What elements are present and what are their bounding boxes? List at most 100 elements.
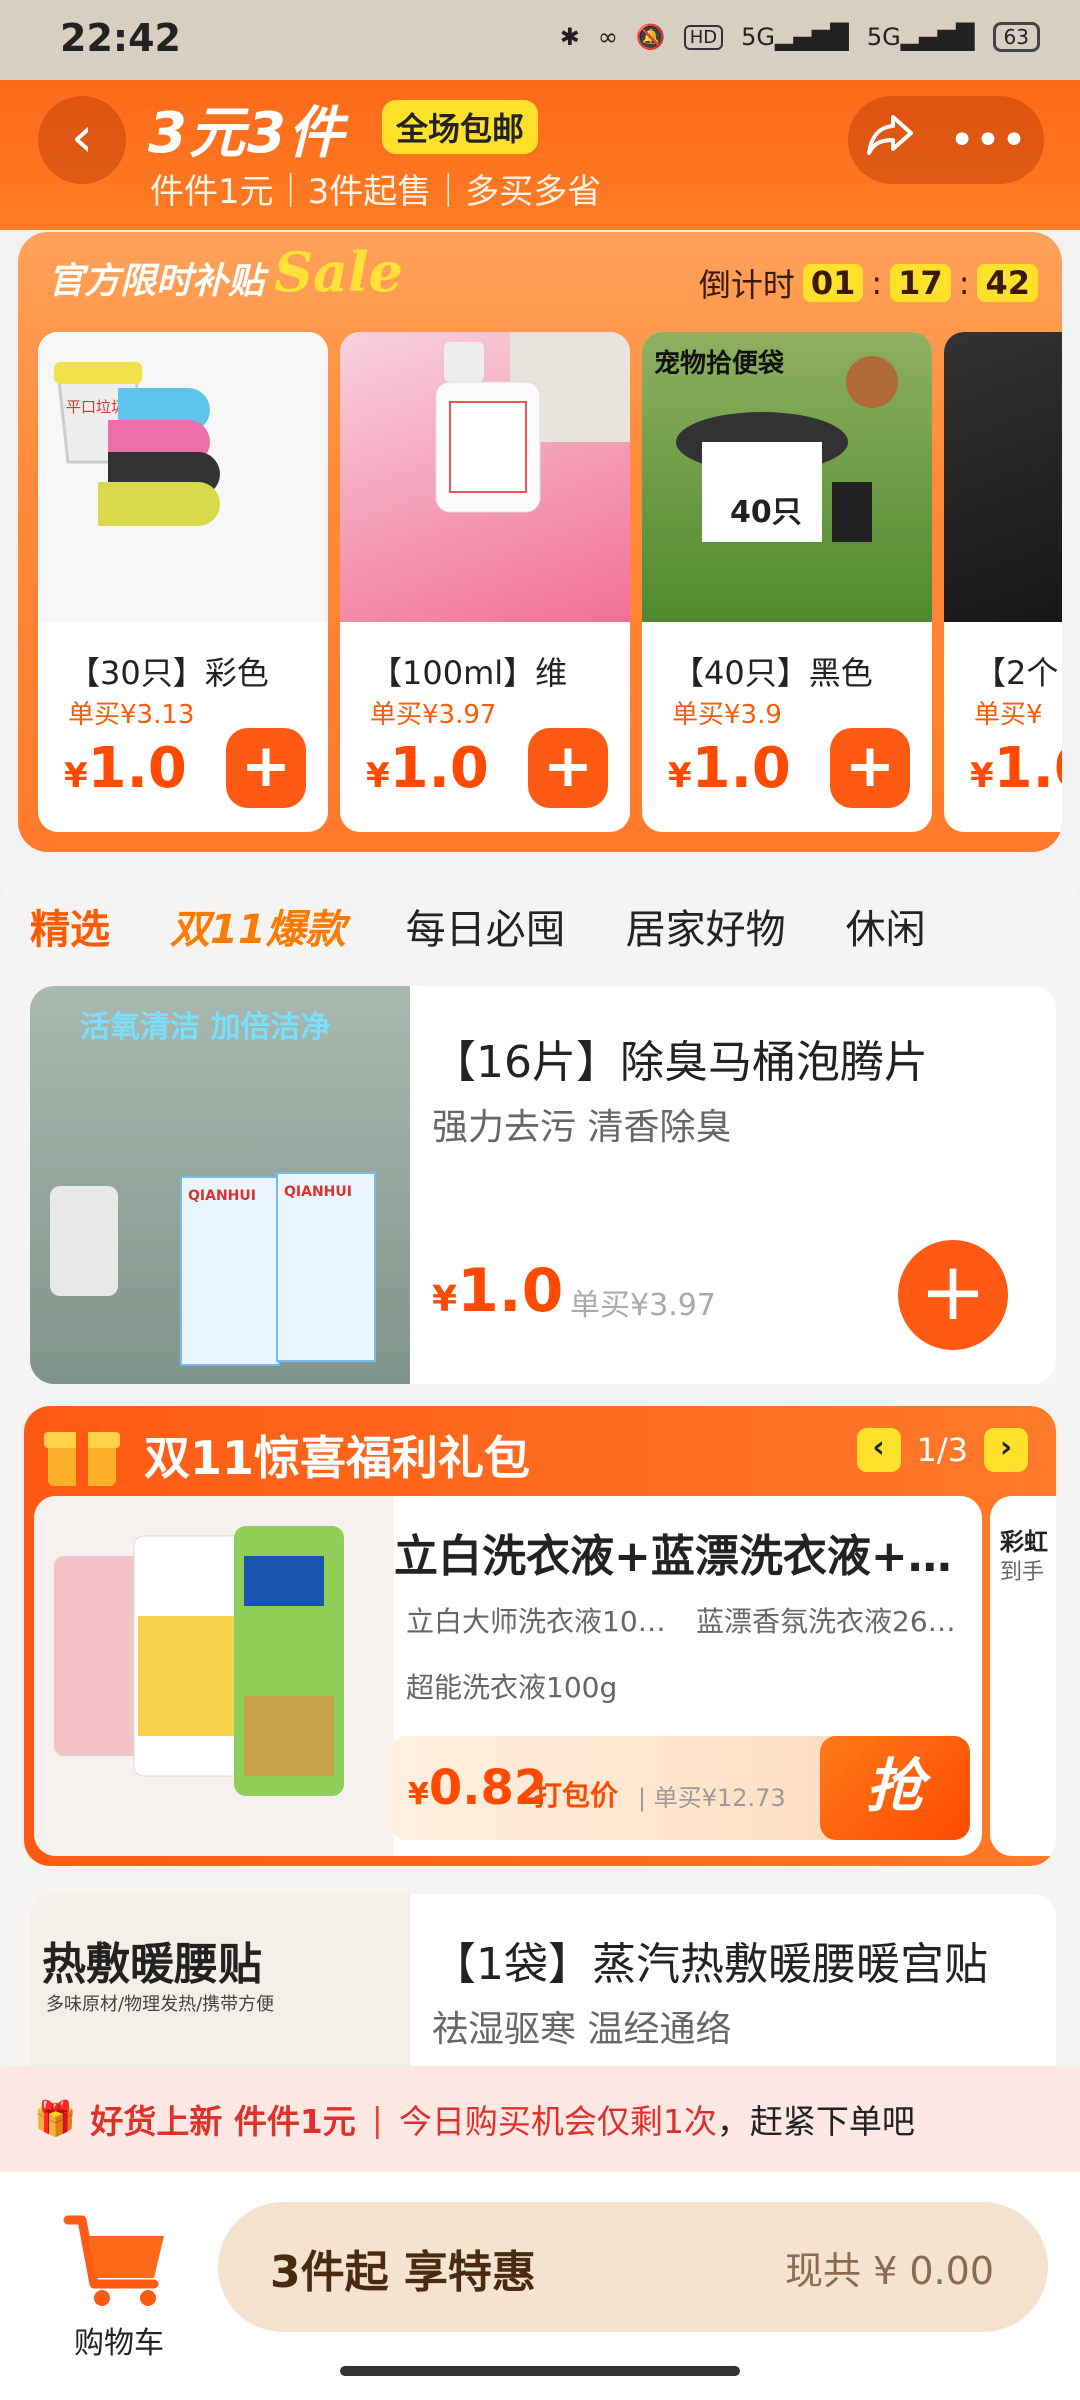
deal-price: ¥1.0 [64,736,187,801]
page-title: 3元3件 [148,101,346,166]
brand-label: QIANHUI [284,1184,352,1200]
price-symbol: ¥ [668,756,692,796]
deal-price: ¥1.0 [366,736,489,801]
pack-price-label: 打包价 [534,1779,619,1812]
add-to-cart-button[interactable]: + [226,728,306,808]
price-bar: ¥0.82 打包价 | 单买¥12.73 抢 [390,1736,970,1840]
next-button[interactable]: › [984,1428,1028,1472]
product-image: 热敷暖腰贴 多味原材/物理发热/携带方便 [30,1894,410,2094]
tab-double11[interactable]: 双11爆款 [140,897,376,955]
deal-price: ¥1.0 [970,736,1062,801]
countdown: 倒计时 01 : 17 : 42 [699,260,1038,306]
price-value: 1.0 [691,736,791,801]
subsidy-card[interactable]: 平口垃圾袋 【30只】彩色 单买¥3.13 ¥1.0 + [38,332,328,832]
category-tabs: 精选 双11爆款 每日必囤 居家好物 休闲 [0,876,1080,976]
cart-button[interactable]: 购物车 [44,2200,194,2361]
deal-price: ¥0.82 [408,1760,547,1816]
main-content: 精选 双11爆款 每日必囤 居家好物 休闲 活氧清洁 加倍洁净 QIANHUI … [0,876,1080,2094]
product-image: 宠物拾便袋 40只 [642,332,932,622]
box-shape: QIANHUI [276,1172,376,1362]
grab-button[interactable]: 抢 [820,1736,970,1840]
image-caption: 活氧清洁 加倍洁净 [80,1010,331,1045]
sale-label: Sale [274,240,403,304]
original-price: 单买¥3.97 [570,1288,716,1323]
plus-icon: + [919,1245,987,1338]
product-image: 平口垃圾袋 [38,332,328,622]
home-indicator[interactable] [340,2366,740,2376]
tab-daily[interactable]: 每日必囤 [376,897,596,955]
more-icon[interactable]: ••• [949,115,1027,166]
subsidy-section: 官方限时补贴 Sale 倒计时 01 : 17 : 42 平口垃圾袋 【30只】… [18,232,1062,852]
deal-price: ¥1.0 [668,736,791,801]
gift-pager: ‹ 1/3 › [856,1428,1028,1472]
original-price: 单买¥3.9 [672,700,782,730]
share-icon[interactable] [865,113,915,168]
network-label-2: 5G [866,23,901,51]
network-label-1: 5G [741,23,776,51]
product-image: 活氧清洁 加倍洁净 QIANHUI QIANHUI [30,986,410,1384]
price-symbol: ¥ [366,756,390,796]
plus-icon: + [844,731,896,801]
free-shipping-badge: 全场包邮 [382,100,539,154]
notice-bar: 🎁 好货上新 件件1元 | 今日购买机会仅剩1次 ，赶紧下单吧 [0,2066,1080,2172]
image-subcaption: 多味原材/物理发热/携带方便 [46,1994,275,2015]
prev-button[interactable]: ‹ [856,1428,901,1472]
toilet-shape [50,1186,118,1296]
add-to-cart-button[interactable]: + [898,1240,1008,1350]
status-icons: ✱ ∞ 🔕 HD 5G▂▄▆█ 5G▂▄▆█ 63 [560,22,1040,52]
subsidy-card[interactable]: 【100ml】维 单买¥3.97 ¥1.0 + [340,332,630,832]
price-value: 0.82 [428,1760,548,1816]
product-image [944,332,1062,622]
product-subtitle: 强力去污 清香除臭 [432,1107,732,1148]
link-icon: ∞ [597,23,618,51]
add-to-cart-button[interactable]: + [528,728,608,808]
tab-leisure[interactable]: 休闲 [816,897,956,955]
product-name: 【2个 [974,654,1059,692]
gift-name: 立白洗衣液+蓝漂洗衣液+… [394,1531,952,1582]
original-price: 单买¥3.97 [370,700,497,730]
box-shape: QIANHUI [180,1176,280,1366]
price-value: 1.0 [389,736,489,801]
gift-sub: 到手 [1000,1560,1045,1585]
battery-icon: 63 [992,22,1040,52]
page-indicator: 1/3 [916,1431,969,1469]
countdown-label: 倒计时 [698,266,795,304]
countdown-colon: : [958,264,970,302]
back-button[interactable]: ‹ [38,96,126,184]
product-card[interactable]: 热敷暖腰贴 多味原材/物理发热/携带方便 【1袋】蒸汽热敷暖腰暖宫贴 祛湿驱寒 … [30,1894,1056,2094]
total-price: 现共 ¥ 0.00 [785,2249,994,2293]
price-symbol: ¥ [408,1777,429,1812]
gift-pack-section: 双11惊喜福利礼包 ‹ 1/3 › 立白洗衣液+蓝漂洗衣液+… 立白大师洗衣液1… [24,1406,1056,1866]
signal-icon-1: 5G▂▄▆█ [741,23,849,51]
gift-item: 立白大师洗衣液10… [406,1605,666,1638]
page-header: ‹ 3元3件 全场包邮 件件1元｜3件起售｜多买多省 ••• [0,80,1080,230]
cart-label: 购物车 [74,2326,164,2361]
subsidy-card[interactable]: 【2个 单买¥ ¥1.0 [944,332,1062,832]
product-name: 【30只】彩色 [68,654,269,692]
gift-card-next[interactable]: 彩虹 到手 [990,1496,1056,1856]
bluetooth-icon: ✱ [559,23,580,51]
tab-home[interactable]: 居家好物 [596,897,816,955]
price-symbol: ¥ [432,1279,458,1320]
product-image [340,332,630,622]
gift-title: 双11惊喜福利礼包 [144,1431,531,1485]
product-image [34,1496,394,1856]
subsidy-title: 官方限时补贴 [48,261,265,302]
checkout-label: 3件起 享特惠 [270,2247,536,2298]
page-subtitle: 件件1元｜3件起售｜多买多省 [150,172,602,212]
product-name: 【1袋】蒸汽热敷暖腰暖宫贴 [432,1939,988,1990]
gift-card[interactable]: 立白洗衣液+蓝漂洗衣液+… 立白大师洗衣液10… 蓝漂香氛洗衣液26… 超能洗衣… [34,1496,982,1856]
tab-selected[interactable]: 精选 [0,897,140,955]
countdown-hours: 01 [802,264,864,302]
add-to-cart-button[interactable]: + [830,728,910,808]
pet-bag-label: 宠物拾便袋 [654,348,785,379]
gift-name: 彩虹 [1000,1528,1048,1556]
status-time: 22:42 [60,16,181,60]
gift-icon: 🎁 [34,2099,77,2139]
product-card[interactable]: 活氧清洁 加倍洁净 QIANHUI QIANHUI 【16片】除臭马桶泡腾片 强… [30,986,1056,1384]
original-price: | 单买¥12.73 [638,1784,786,1812]
checkout-button[interactable]: 3件起 享特惠 现共 ¥ 0.00 [218,2202,1048,2332]
subsidy-card[interactable]: 宠物拾便袋 40只 【40只】黑色 单买¥3.9 ¥1.0 + [642,332,932,832]
original-price: 单买¥3.13 [68,700,195,730]
countdown-seconds: 42 [977,264,1038,302]
